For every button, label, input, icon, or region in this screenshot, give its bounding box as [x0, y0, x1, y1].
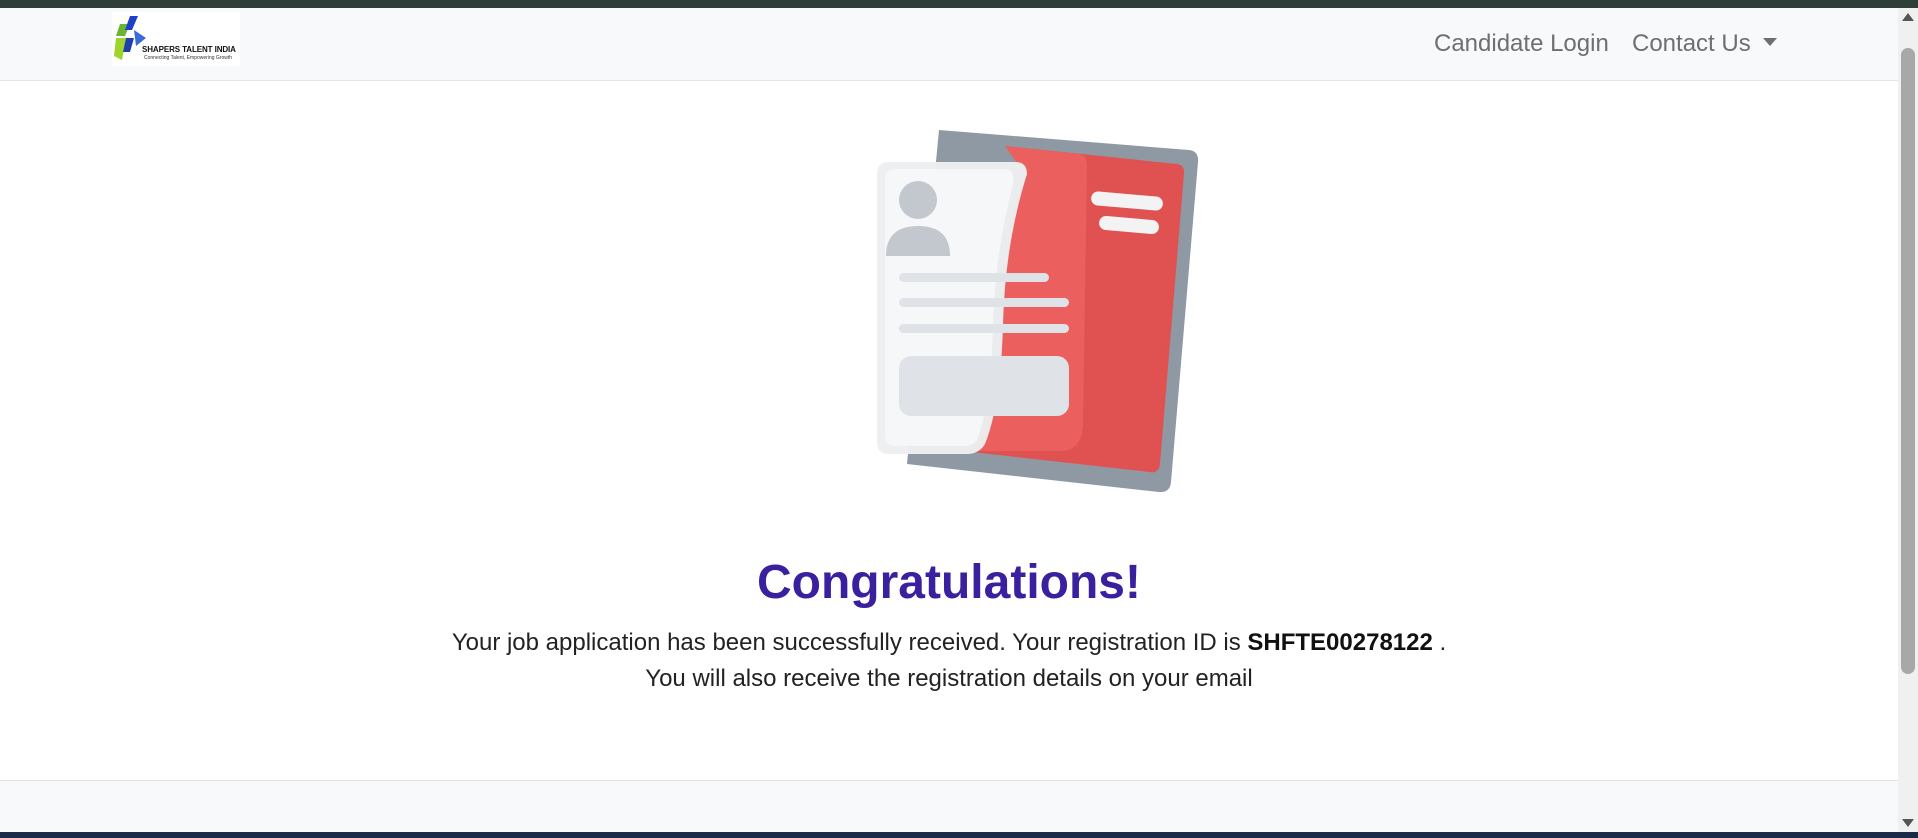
window-top-strip [0, 0, 1918, 8]
confirmation-message: Your job application has been successful… [0, 629, 1898, 657]
nav-contact-us-label: Contact Us [1632, 30, 1751, 57]
page-title: Congratulations! [757, 556, 1141, 609]
registration-id: SHFTE00278122 [1247, 629, 1433, 656]
navbar: SHAPERS TALENT INDIA Connecting Talent, … [0, 8, 1898, 81]
scroll-up-arrow-icon[interactable] [1902, 13, 1914, 21]
vertical-scrollbar[interactable] [1898, 8, 1918, 832]
email-notice: You will also receive the registration d… [645, 665, 1253, 692]
caret-down-icon [1762, 37, 1777, 46]
nav-candidate-login[interactable]: Candidate Login [1434, 20, 1609, 68]
scroll-down-arrow-icon[interactable] [1902, 819, 1914, 827]
company-logo[interactable]: SHAPERS TALENT INDIA Connecting Talent, … [112, 12, 240, 66]
logo-tagline: Connecting Talent, Empowering Growth [144, 55, 233, 61]
nav-contact-us-dropdown[interactable]: Contact Us [1632, 20, 1777, 68]
logo-title: SHAPERS TALENT INDIA [142, 45, 236, 54]
confirmation-message-text: Your job application has been successful… [451, 629, 1241, 656]
scrollbar-thumb[interactable] [1901, 48, 1915, 674]
application-received-illustration [855, 124, 1200, 494]
confirmation-message-suffix: . [1432, 629, 1447, 656]
window-bottom-strip [0, 832, 1918, 838]
page-footer [0, 780, 1898, 832]
